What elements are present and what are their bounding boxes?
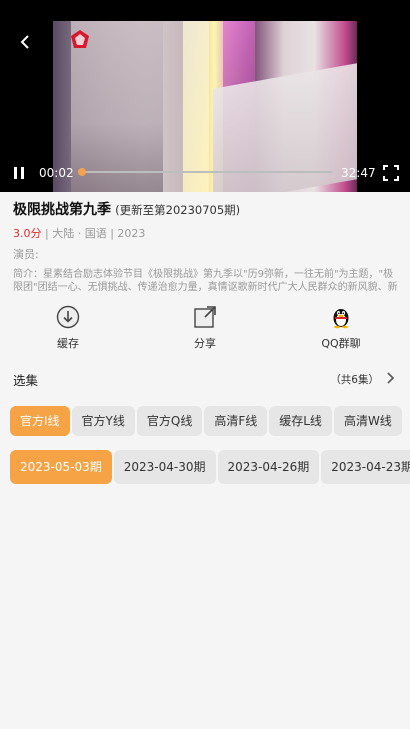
region: 大陆 — [52, 227, 75, 240]
qq-group-label: QQ群聊 — [321, 337, 361, 350]
line-tab[interactable]: 官方Y线 — [71, 406, 135, 436]
year: 2023 — [117, 227, 146, 240]
pause-button[interactable] — [10, 164, 28, 182]
download-button[interactable]: 缓存 — [28, 305, 108, 351]
total-time: 32:47 — [341, 166, 376, 180]
line-tab[interactable]: 高清F线 — [204, 406, 268, 436]
download-label: 缓存 — [57, 337, 79, 350]
show-info: 极限挑战第九季 (更新至第20230705期) 3.0分 | 大陆 · 国语 |… — [13, 199, 399, 294]
language: 国语 — [84, 227, 107, 240]
show-meta: 3.0分 | 大陆 · 国语 | 2023 — [13, 227, 146, 240]
episodes-title: 选集 — [13, 373, 39, 388]
cast-label: 演员: — [13, 248, 39, 261]
download-icon — [56, 305, 80, 329]
episodes-header[interactable]: 选集 （共6集） — [13, 370, 397, 388]
share-label: 分享 — [194, 337, 216, 350]
qq-group-button[interactable]: QQ群聊 — [301, 305, 381, 351]
progress-knob[interactable] — [78, 168, 87, 176]
video-player[interactable]: 00:02 32:47 — [0, 0, 410, 192]
description[interactable]: 简介：星素结合励志体验节目《极限挑战》第九季以"历9弥新，一往无前"为主题，"极… — [13, 268, 399, 294]
chevron-left-icon — [20, 35, 29, 49]
episode-date-tab[interactable]: 2023-04-23期 — [321, 450, 410, 484]
source-line-tabs: 官方I线 官方Y线 官方Q线 高清F线 缓存L线 高清W线 — [10, 406, 410, 436]
episode-date-tab[interactable]: 2023-04-30期 — [113, 450, 216, 484]
title-row: 极限挑战第九季 (更新至第20230705期) — [13, 199, 399, 219]
update-note: (更新至第20230705期) — [115, 203, 241, 217]
back-button[interactable] — [14, 31, 36, 53]
channel-logo-icon — [71, 30, 89, 48]
fullscreen-icon[interactable] — [383, 165, 399, 181]
share-button[interactable]: 分享 — [165, 305, 245, 351]
qq-penguin-icon — [333, 309, 349, 329]
line-tab[interactable]: 官方Q线 — [136, 406, 203, 436]
share-icon — [194, 306, 216, 328]
episode-date-tab[interactable]: 2023-05-03期 — [10, 450, 112, 484]
action-bar: 缓存 分享 QQ群聊 — [0, 305, 410, 357]
score: 3.0分 — [13, 227, 42, 240]
chevron-right-icon[interactable] — [385, 371, 397, 385]
progress-bar[interactable] — [78, 168, 332, 176]
pause-icon — [14, 167, 24, 179]
current-time: 00:02 — [39, 166, 74, 180]
show-title: 极限挑战第九季 — [13, 202, 111, 218]
line-tab[interactable]: 缓存L线 — [269, 406, 332, 436]
episode-date-tab[interactable]: 2023-04-26期 — [217, 450, 320, 484]
episode-date-tabs: 2023-05-03期 2023-04-30期 2023-04-26期 2023-04… — [10, 450, 410, 484]
episodes-count: （共6集） — [330, 374, 379, 386]
player-controls: 00:02 32:47 — [0, 160, 410, 186]
line-tab[interactable]: 官方I线 — [10, 406, 70, 436]
line-tab[interactable]: 高清W线 — [333, 406, 402, 436]
